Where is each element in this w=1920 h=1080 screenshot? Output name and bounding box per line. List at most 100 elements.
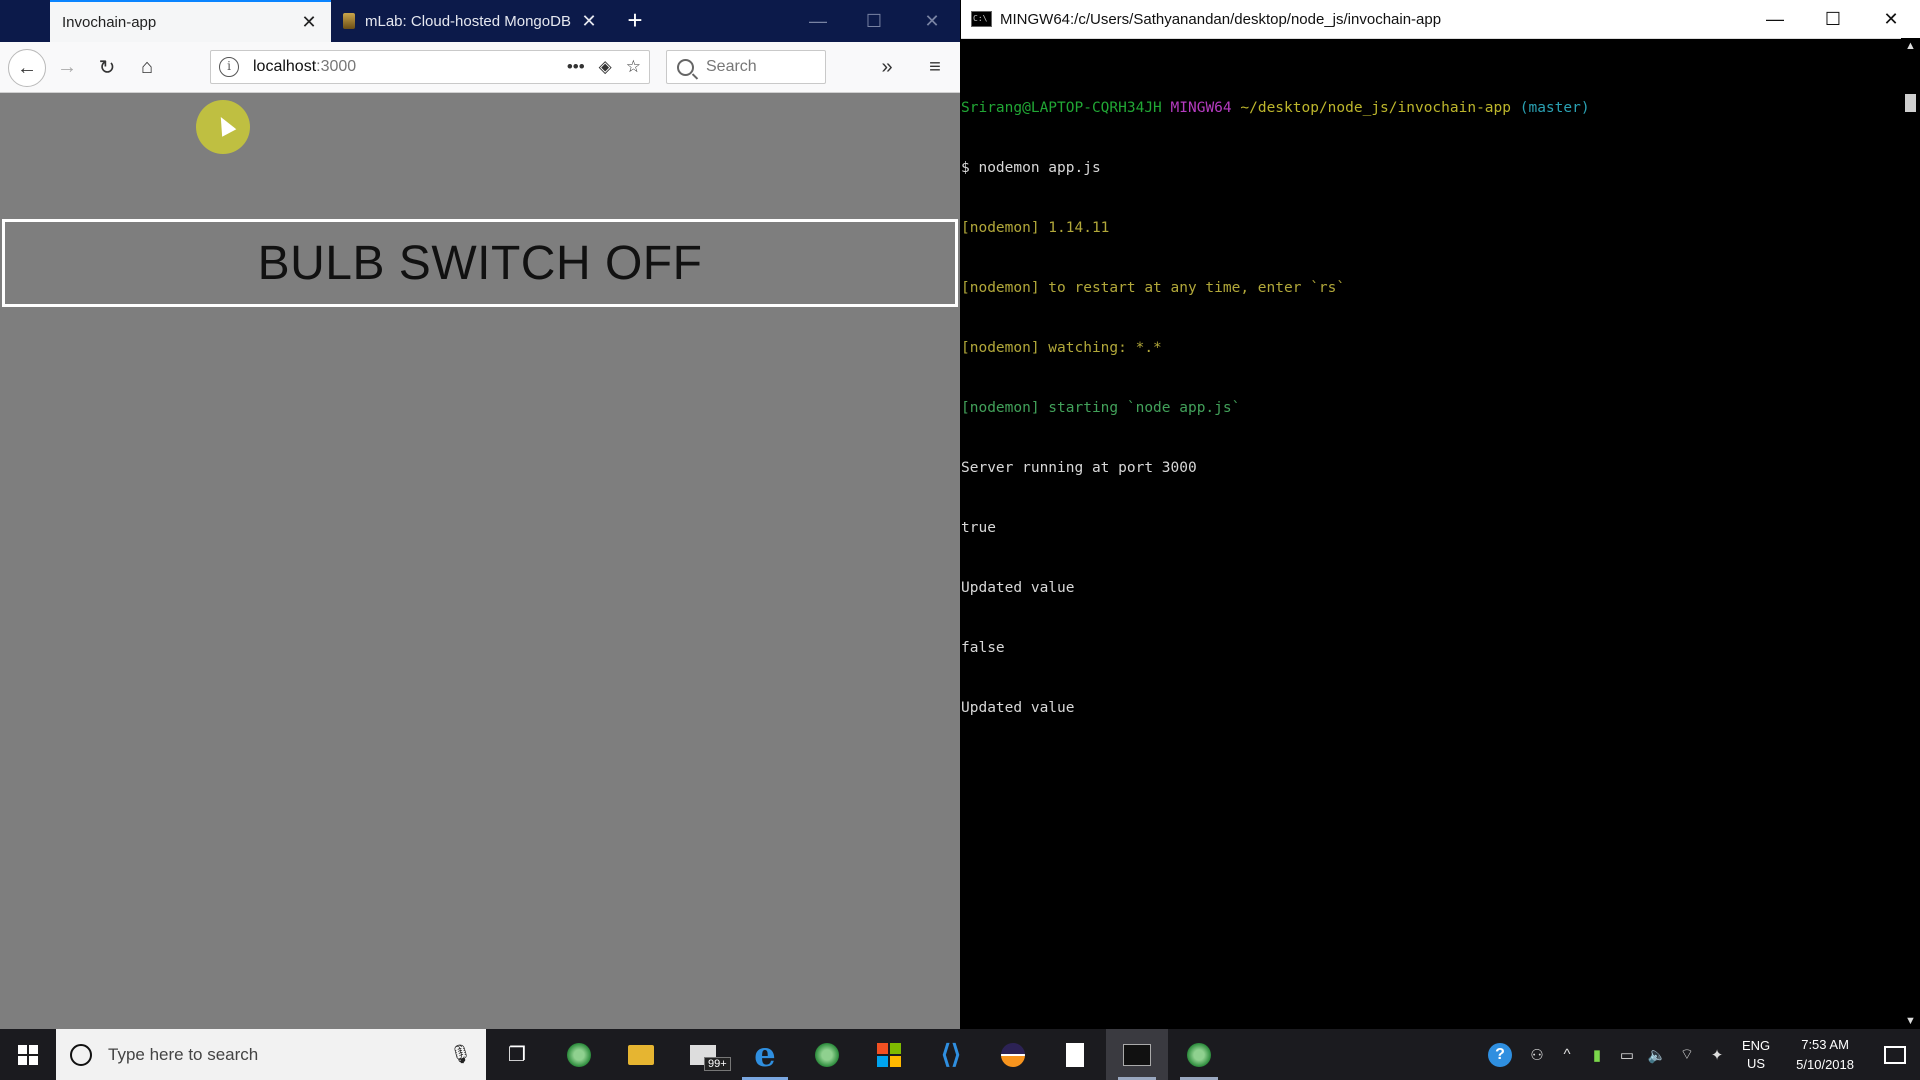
taskbar-app-notepad[interactable] (1044, 1029, 1106, 1080)
info-icon[interactable]: i (219, 57, 239, 77)
taskbar-app-browser[interactable] (1168, 1029, 1230, 1080)
mlab-favicon-icon (343, 13, 355, 29)
nodemon-line: [nodemon] 1.14.11 (961, 220, 1110, 236)
windows-taskbar: Type here to search 🎙 ❐ 99+ e ⟨⟩ ? ⚇ ^ ▮… (0, 1029, 1920, 1080)
home-icon: ⌂ (140, 55, 154, 78)
output-line: true (961, 520, 996, 536)
page-actions-icon[interactable]: ••• (567, 57, 585, 77)
taskbar-app-android-studio[interactable] (548, 1029, 610, 1080)
clock-time: 7:53 AM (1801, 1036, 1849, 1052)
task-view-button[interactable]: ❐ (486, 1029, 548, 1080)
home-button[interactable]: ⌂ (130, 50, 164, 84)
arrow-left-icon: ← (17, 56, 37, 79)
pocket-icon[interactable]: ◈ (599, 57, 612, 77)
taskbar-app-office[interactable] (858, 1029, 920, 1080)
terminal-icon (1123, 1043, 1151, 1066)
bookmark-star-icon[interactable]: ☆ (626, 57, 641, 77)
eclipse-icon (1001, 1042, 1025, 1067)
tab-invochain-app[interactable]: Invochain-app ✕ (50, 0, 331, 42)
scrollbar-thumb[interactable] (1905, 94, 1916, 112)
chevron-up-icon[interactable]: ^ (1552, 1046, 1582, 1063)
wifi-icon[interactable]: ⌔ (1672, 1045, 1702, 1064)
prompt-shell: MINGW64 (1170, 100, 1232, 116)
language-indicator[interactable]: ENG US (1742, 1037, 1770, 1073)
output-line: false (961, 640, 1005, 656)
taskbar-app-file-explorer[interactable] (610, 1029, 672, 1080)
search-input[interactable]: Search (666, 50, 826, 84)
edge-icon: e (754, 1034, 776, 1075)
microphone-icon[interactable]: 🎙 (449, 1044, 472, 1065)
minimize-icon[interactable]: — (1746, 9, 1804, 30)
url-host: localhost (253, 58, 317, 75)
close-icon[interactable]: ✕ (579, 11, 599, 32)
overflow-menu-button[interactable]: » (870, 50, 904, 84)
tab-label: Invochain-app (62, 13, 157, 31)
mail-icon: 99+ (690, 1044, 731, 1071)
clock-date: 5/10/2018 (1796, 1056, 1854, 1072)
action-center-icon[interactable] (1884, 1045, 1906, 1064)
terminal-app-icon: C:\ (971, 11, 992, 27)
start-button[interactable] (0, 1029, 56, 1080)
people-icon[interactable]: ⚇ (1522, 1046, 1552, 1064)
system-tray: ? ⚇ ^ ▮ ▭ 🔈 ⌔ ✦ ENG US 7:53 AM 5/10/2018 (1230, 1029, 1920, 1080)
microsoft-logo-icon (877, 1042, 901, 1067)
forward-button[interactable]: → (50, 50, 84, 84)
taskbar-app-terminal[interactable] (1106, 1029, 1168, 1080)
page-content: BULB SWITCH OFF (0, 93, 960, 1029)
battery-icon[interactable]: ▭ (1612, 1046, 1642, 1064)
battery-status-icon[interactable]: ▮ (1582, 1046, 1612, 1064)
terminal-output[interactable]: Srirang@LAPTOP-CQRH34JH MINGW64 ~/deskto… (961, 58, 1901, 758)
volume-icon[interactable]: 🔈 (1642, 1046, 1672, 1064)
mail-badge: 99+ (704, 1056, 731, 1071)
help-icon[interactable]: ? (1487, 1042, 1512, 1067)
document-icon (1066, 1042, 1084, 1067)
atom-icon (815, 1042, 839, 1067)
bulb-switch-label: BULB SWITCH OFF (257, 236, 703, 290)
prompt-line: Srirang@LAPTOP-CQRH34JH MINGW64 ~/deskto… (961, 98, 1901, 118)
browser-window: Invochain-app ✕ mLab: Cloud-hosted Mongo… (0, 0, 960, 1029)
dropbox-icon[interactable]: ✦ (1702, 1046, 1732, 1064)
system-clock[interactable]: 7:53 AM 5/10/2018 (1796, 1035, 1854, 1075)
prompt-path: ~/desktop/node_js/invochain-app (1240, 100, 1511, 116)
bulb-switch-button[interactable]: BULB SWITCH OFF (2, 219, 958, 307)
maximize-icon[interactable]: ☐ (1804, 9, 1862, 30)
hamburger-icon: ≡ (929, 55, 941, 78)
terminal-titlebar: C:\ MINGW64:/c/Users/Sathyanandan/deskto… (961, 0, 1920, 39)
maximize-icon[interactable]: ☐ (846, 0, 902, 42)
minimize-icon[interactable]: — (790, 0, 846, 42)
output-line: Server running at port 3000 (961, 460, 1197, 476)
taskbar-app-edge[interactable]: e (734, 1029, 796, 1080)
scroll-down-icon[interactable]: ▼ (1904, 1015, 1917, 1027)
url-port: :3000 (316, 58, 357, 75)
browser-icon (1187, 1042, 1211, 1067)
url-bar[interactable]: i localhost:3000 ••• ◈ ☆ (210, 50, 650, 84)
prompt-user-host: Srirang@LAPTOP-CQRH34JH (961, 100, 1162, 116)
cortana-icon (70, 1043, 92, 1066)
arrow-right-icon: → (57, 55, 77, 78)
android-studio-icon (567, 1042, 591, 1067)
scroll-up-icon[interactable]: ▲ (1904, 40, 1917, 52)
tab-mlab[interactable]: mLab: Cloud-hosted MongoDB ✕ (333, 0, 609, 42)
reload-icon: ↻ (98, 56, 116, 79)
terminal-title: MINGW64:/c/Users/Sathyanandan/desktop/no… (1000, 10, 1442, 28)
taskbar-app-vscode[interactable]: ⟨⟩ (920, 1029, 982, 1080)
taskbar-search-box[interactable]: Type here to search 🎙 (56, 1029, 486, 1080)
back-button[interactable]: ← (8, 49, 46, 87)
taskbar-app-atom[interactable] (796, 1029, 858, 1080)
output-line: Updated value (961, 700, 1075, 716)
reload-button[interactable]: ↻ (90, 50, 124, 84)
vscode-icon: ⟨⟩ (940, 1039, 962, 1069)
terminal-scrollbar[interactable]: ▲ ▼ (1901, 38, 1920, 1029)
close-window-icon[interactable]: ✕ (904, 0, 960, 42)
close-window-icon[interactable]: ✕ (1862, 9, 1920, 30)
task-view-icon: ❐ (508, 1044, 526, 1066)
taskbar-app-mail[interactable]: 99+ (672, 1029, 734, 1080)
browser-navigation-bar: ← → ↻ ⌂ i localhost:3000 ••• ◈ ☆ Search … (0, 42, 960, 93)
folder-icon (628, 1044, 654, 1065)
close-icon[interactable]: ✕ (299, 12, 319, 33)
new-tab-button[interactable]: + (620, 0, 650, 42)
search-placeholder: Search (706, 58, 757, 75)
region-code: US (1747, 1055, 1766, 1071)
hamburger-menu-button[interactable]: ≡ (918, 50, 952, 84)
taskbar-app-eclipse[interactable] (982, 1029, 1044, 1080)
